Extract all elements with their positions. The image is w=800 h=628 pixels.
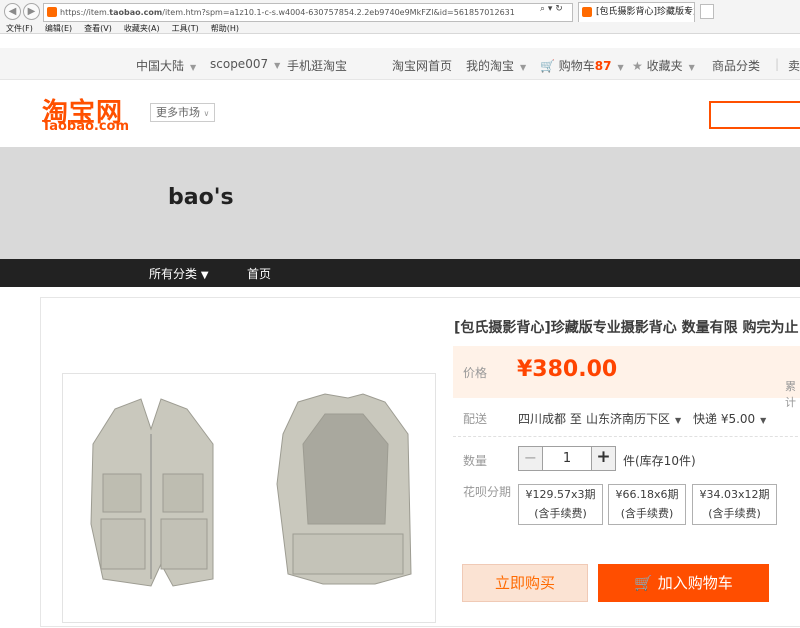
- vest-image: [90, 393, 412, 587]
- menu-bar: 文件(F) 编辑(E) 查看(V) 收藏夹(A) 工具(T) 帮助(H): [6, 23, 251, 34]
- mobile-taobao-link[interactable]: 手机逛淘宝: [287, 57, 347, 74]
- nav-divider: |: [775, 57, 780, 71]
- menu-help[interactable]: 帮助(H): [211, 24, 239, 33]
- menu-favorites[interactable]: 收藏夹(A): [124, 24, 160, 33]
- all-categories-menu[interactable]: 所有分类 ▼: [149, 265, 209, 282]
- favicon-icon: [47, 7, 57, 17]
- installment-option-3[interactable]: ¥129.57x3期 (含手续费): [518, 484, 603, 525]
- menu-edit[interactable]: 编辑(E): [45, 24, 72, 33]
- more-market-dropdown[interactable]: 更多市场 ∨: [150, 103, 216, 122]
- quantity-stepper: − 1 +: [518, 446, 616, 471]
- shop-name[interactable]: bao's: [168, 185, 234, 210]
- favorites-link[interactable]: ★ 收藏夹 ▼: [632, 57, 695, 74]
- close-tab-icon[interactable]: ×: [683, 3, 691, 22]
- address-bar[interactable]: https://item.taobao.com/item.htm?spm=a1z…: [43, 3, 573, 22]
- my-taobao-link[interactable]: 我的淘宝 ▼: [466, 57, 526, 74]
- price-panel: [453, 346, 800, 398]
- tab-favicon-icon: [582, 7, 592, 17]
- caret-down-icon: ▼: [675, 416, 682, 425]
- cart-link[interactable]: 🛒 购物车87 ▼: [540, 57, 624, 74]
- star-icon: ★: [632, 59, 643, 73]
- menu-tools[interactable]: 工具(T): [172, 24, 199, 33]
- price-value: ¥380.00: [517, 357, 618, 382]
- user-menu[interactable]: scope007 ▼: [210, 57, 280, 71]
- new-tab-button[interactable]: [700, 4, 714, 19]
- divider: [453, 436, 800, 437]
- quantity-input[interactable]: 1: [543, 447, 591, 470]
- site-nav: 中国大陆 ▼ scope007 ▼ 手机逛淘宝 淘宝网首页 我的淘宝 ▼ 🛒 购物车8…: [0, 48, 800, 80]
- shop-nav: 所有分类 ▼ 首页: [0, 259, 800, 287]
- browser-toolbar: ◀ ▶ https://item.taobao.com/item.htm?spm…: [0, 0, 800, 34]
- delivery-from: 四川成都 至: [518, 412, 582, 426]
- chevron-down-icon: ∨: [203, 109, 210, 118]
- add-to-cart-button[interactable]: 🛒 加入购物车: [598, 564, 769, 602]
- chevron-down-icon: ▼: [688, 63, 695, 72]
- accumulated-label: 累计: [785, 380, 796, 409]
- delivery-destination[interactable]: 山东济南历下区 ▼: [586, 410, 681, 427]
- chevron-down-icon: ▼: [190, 63, 197, 72]
- delivery-label: 配送: [463, 412, 488, 426]
- search-icon[interactable]: ⌕ ▾ ↻: [540, 4, 563, 14]
- chevron-down-icon: ▼: [617, 63, 624, 72]
- categories-link[interactable]: 商品分类: [712, 57, 760, 74]
- menu-file[interactable]: 文件(F): [6, 24, 33, 33]
- product-title: [包氏摄影背心]珍藏版专业摄影背心 数量有限 购完为止: [454, 320, 799, 336]
- buy-now-button[interactable]: 立即购买: [462, 564, 588, 602]
- decrement-button[interactable]: −: [519, 447, 543, 470]
- price-label: 价格: [463, 366, 488, 380]
- increment-button[interactable]: +: [591, 447, 615, 470]
- product-image[interactable]: [62, 373, 436, 623]
- taobao-logo-en[interactable]: Taobao.com: [42, 119, 129, 134]
- menu-view[interactable]: 查看(V): [84, 24, 112, 33]
- shop-home-link[interactable]: 首页: [247, 265, 271, 282]
- region-selector[interactable]: 中国大陆 ▼: [136, 57, 196, 74]
- forward-icon[interactable]: ▶: [23, 3, 40, 20]
- quantity-label: 数量: [463, 454, 488, 468]
- caret-down-icon: ▼: [760, 416, 767, 425]
- shop-banner: [0, 147, 800, 259]
- stock-info: 件(库存10件): [623, 454, 696, 468]
- installment-option-12[interactable]: ¥34.03x12期 (含手续费): [692, 484, 777, 525]
- seller-link[interactable]: 卖: [788, 57, 800, 74]
- chevron-down-icon: ▼: [520, 63, 527, 72]
- taobao-home-link[interactable]: 淘宝网首页: [392, 57, 452, 74]
- shipping-selector[interactable]: 快递 ¥5.00 ▼: [693, 410, 766, 427]
- caret-down-icon: ▼: [200, 270, 209, 281]
- back-icon[interactable]: ◀: [4, 3, 21, 20]
- search-input[interactable]: [709, 101, 800, 129]
- cart-icon: 🛒: [634, 574, 653, 592]
- cart-icon: 🛒: [540, 59, 555, 73]
- browser-tab[interactable]: [包氏摄影背心]珍藏版专业... ×: [578, 2, 695, 22]
- installment-label: 花呗分期: [463, 485, 512, 499]
- chevron-down-icon: ▼: [274, 61, 281, 70]
- installment-option-6[interactable]: ¥66.18x6期 (含手续费): [608, 484, 686, 525]
